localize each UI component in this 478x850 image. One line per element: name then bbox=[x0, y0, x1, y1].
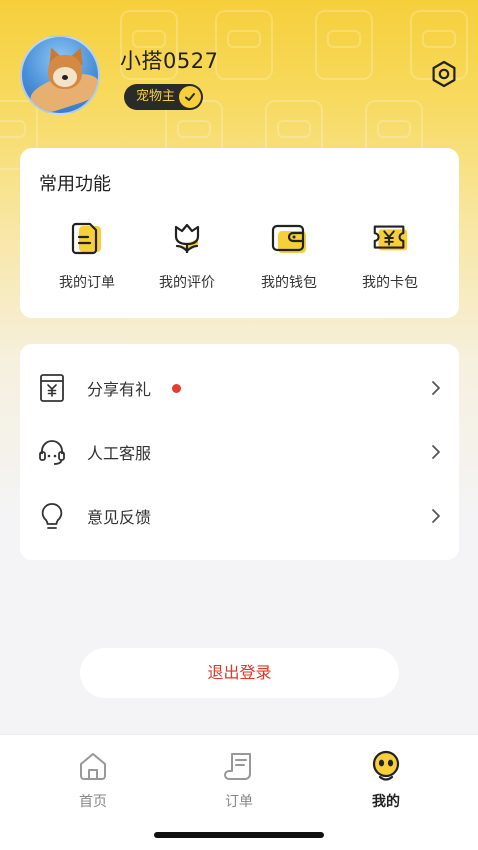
menu-item-label: 意见反馈 bbox=[87, 508, 152, 527]
logout-button[interactable]: 退出登录 bbox=[80, 648, 399, 698]
pet-owner-badge: 宠物主 bbox=[124, 84, 204, 110]
tab-profile[interactable]: 我的 bbox=[346, 749, 426, 811]
chevron-right-icon bbox=[429, 445, 443, 459]
pattern-decoration bbox=[315, 10, 373, 80]
section-title: 常用功能 bbox=[39, 174, 111, 195]
tab-orders[interactable]: 订单 bbox=[199, 749, 279, 811]
settings-button[interactable] bbox=[428, 60, 460, 92]
notification-dot bbox=[172, 383, 181, 393]
receipt-icon bbox=[222, 749, 256, 783]
tab-label: 订单 bbox=[225, 794, 253, 810]
profile-face-icon bbox=[369, 749, 403, 783]
gift-card-icon bbox=[37, 373, 67, 403]
tulip-icon bbox=[167, 218, 207, 258]
headset-icon bbox=[37, 437, 67, 467]
func-label: 我的卡包 bbox=[362, 275, 418, 291]
menu-item-customer-service[interactable]: 人工客服 bbox=[20, 420, 459, 484]
my-reviews-button[interactable]: 我的评价 bbox=[142, 218, 232, 292]
settings-hexagon-icon bbox=[429, 59, 459, 93]
avatar[interactable] bbox=[20, 35, 100, 115]
menu-item-feedback[interactable]: 意见反馈 bbox=[20, 484, 459, 548]
common-functions-card: 常用功能 我的订单 我的评价 我的钱包 我的卡包 bbox=[20, 148, 459, 318]
username: 小搭0527 bbox=[120, 49, 219, 73]
func-label: 我的评价 bbox=[159, 275, 215, 291]
tab-label: 我的 bbox=[372, 794, 400, 810]
chevron-right-icon bbox=[429, 509, 443, 523]
order-doc-icon bbox=[67, 218, 107, 258]
lightbulb-icon bbox=[37, 501, 67, 531]
pattern-decoration bbox=[215, 10, 273, 80]
check-icon bbox=[179, 86, 202, 108]
coupon-ticket-icon bbox=[370, 218, 410, 258]
func-label: 我的钱包 bbox=[261, 275, 317, 291]
my-wallet-button[interactable]: 我的钱包 bbox=[244, 218, 334, 292]
menu-item-share-gift[interactable]: 分享有礼 bbox=[20, 356, 459, 420]
func-label: 我的订单 bbox=[59, 275, 115, 291]
home-icon bbox=[76, 749, 110, 783]
menu-item-label: 人工客服 bbox=[87, 444, 152, 463]
tab-label: 首页 bbox=[79, 794, 107, 810]
home-indicator bbox=[154, 832, 324, 838]
tab-home[interactable]: 首页 bbox=[53, 749, 133, 811]
my-card-wallet-button[interactable]: 我的卡包 bbox=[345, 218, 435, 292]
wallet-icon bbox=[269, 218, 309, 258]
menu-list-card: 分享有礼 人工客服 意见反馈 bbox=[20, 344, 459, 560]
menu-item-label: 分享有礼 bbox=[87, 380, 152, 399]
chevron-right-icon bbox=[429, 381, 443, 395]
badge-label: 宠物主 bbox=[136, 89, 176, 104]
my-orders-button[interactable]: 我的订单 bbox=[42, 218, 132, 292]
